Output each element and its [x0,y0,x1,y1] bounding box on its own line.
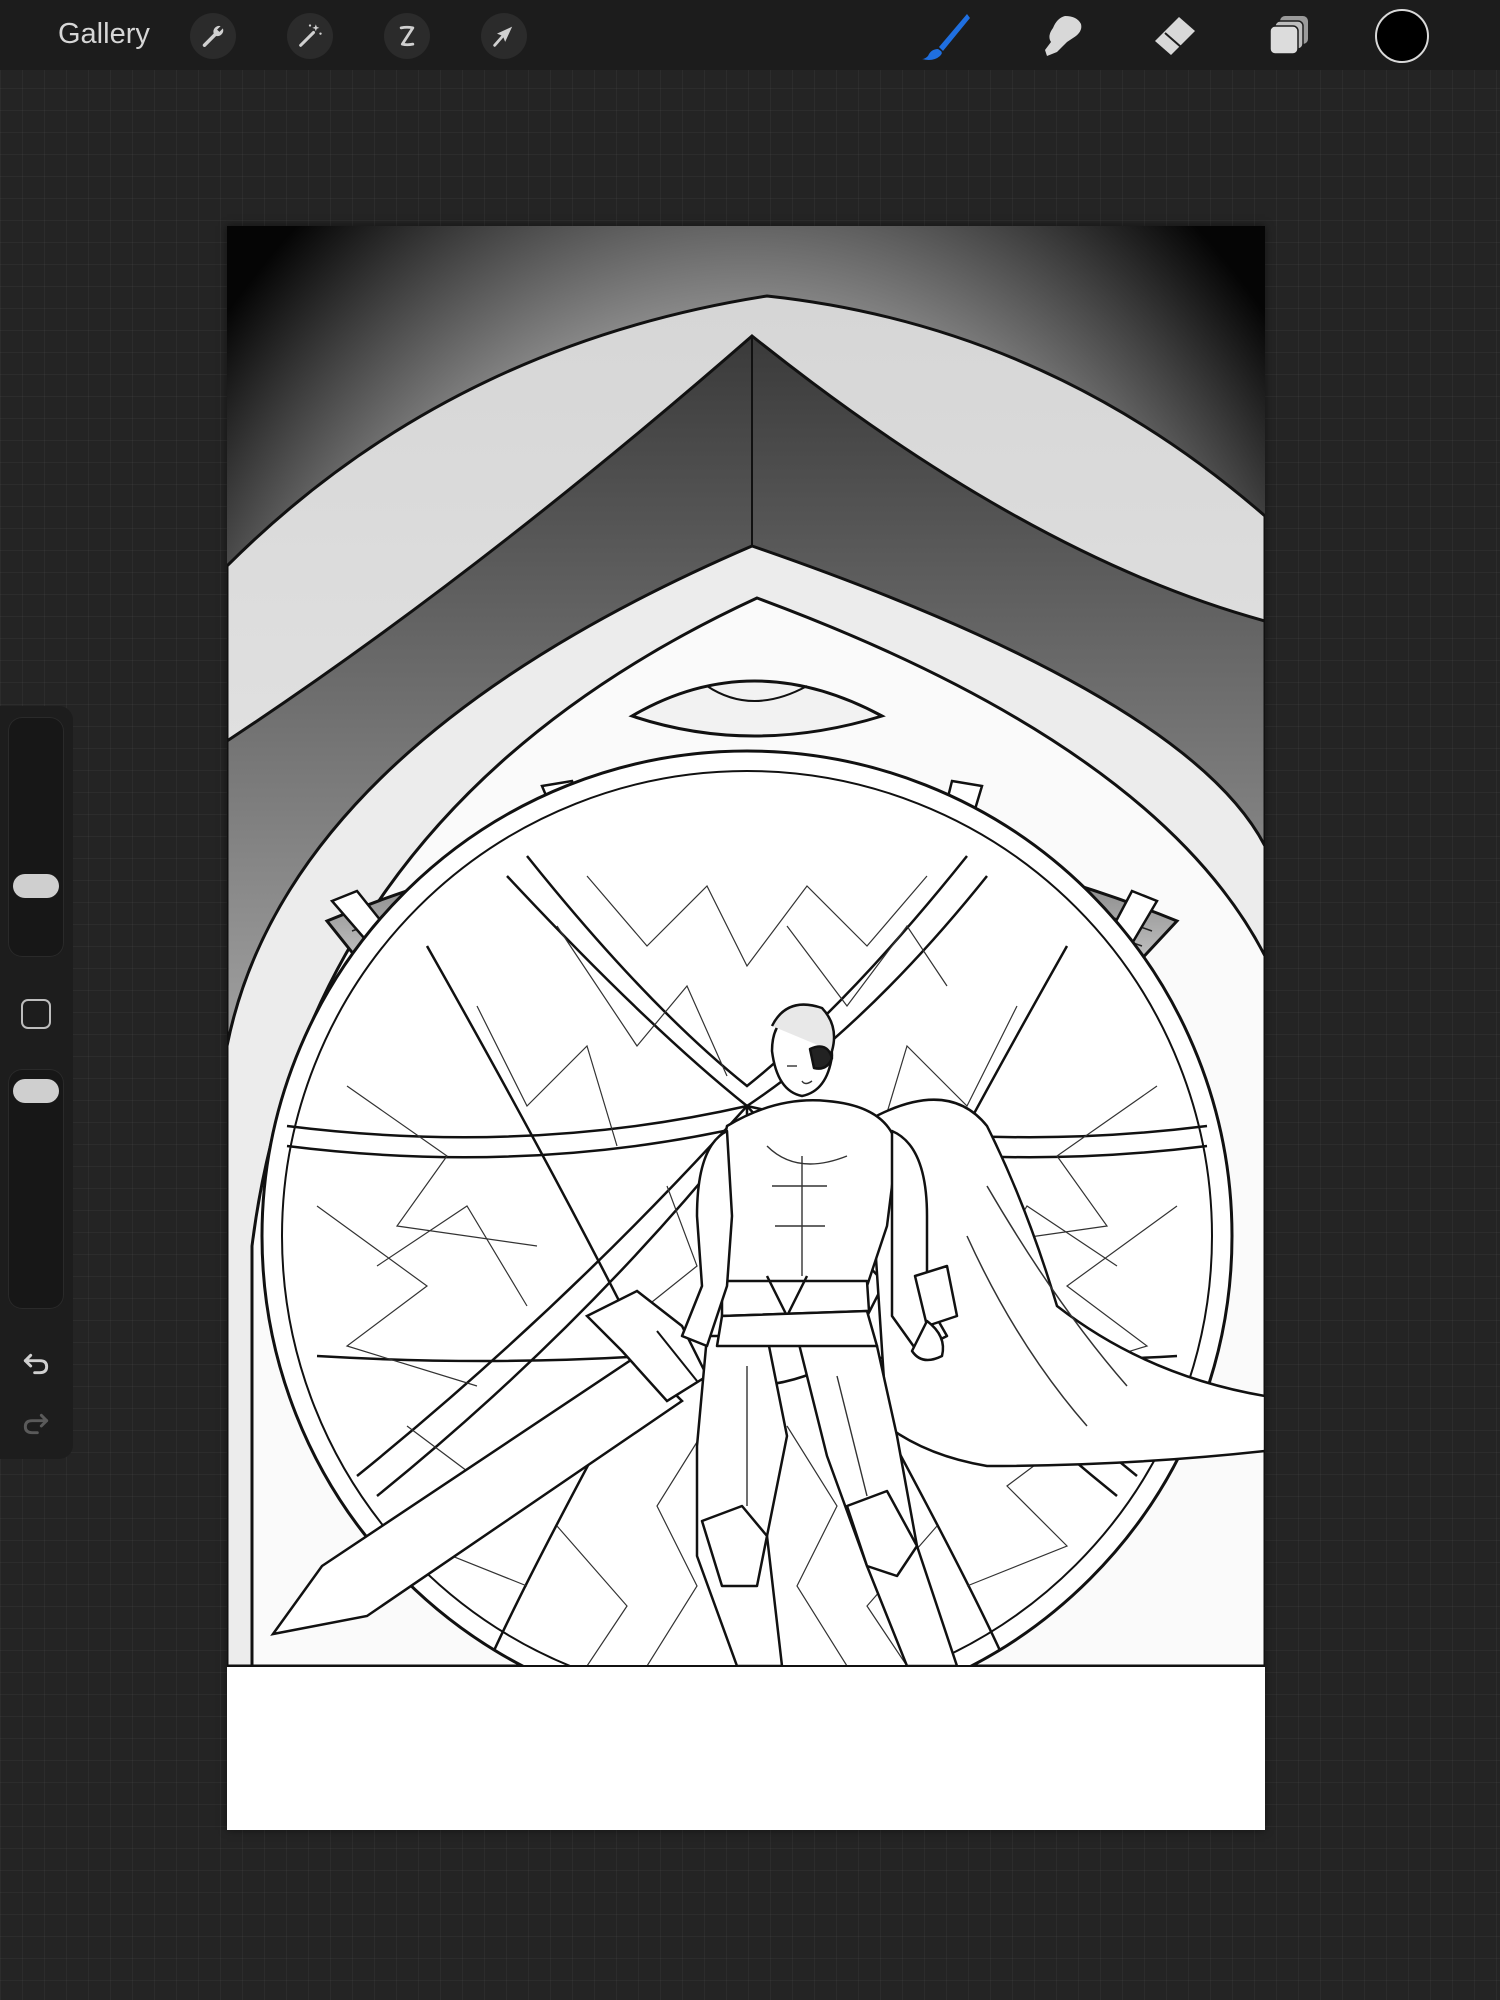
color-picker-button[interactable] [1375,9,1429,63]
undo-icon [23,1353,49,1375]
opacity-slider[interactable] [8,1069,64,1309]
selection-button[interactable] [384,13,430,59]
redo-button[interactable] [18,1404,54,1440]
undo-button[interactable] [18,1344,54,1380]
line-art-illustration [227,226,1265,1667]
eraser-icon [1155,17,1195,55]
brush-tool[interactable] [918,8,974,64]
smudge-icon [1045,16,1082,56]
brush-size-thumb[interactable] [13,874,59,898]
redo-icon [23,1413,49,1435]
actions-button[interactable] [190,13,236,59]
magic-wand-icon [299,24,322,47]
modify-button[interactable] [21,999,51,1029]
brush-icon [922,14,970,60]
gallery-button[interactable]: Gallery [58,14,150,54]
opacity-thumb[interactable] [13,1079,59,1103]
eraser-tool[interactable] [1146,8,1202,64]
layers-icon [1269,16,1308,55]
transform-button[interactable] [481,13,527,59]
adjustments-button[interactable] [287,13,333,59]
layers-tool[interactable] [1261,8,1317,64]
left-sidebar [0,706,73,1459]
transform-arrow-icon [493,26,513,47]
brush-size-slider[interactable] [8,717,64,957]
top-toolbar: Gallery [0,0,1500,70]
drawing-canvas[interactable] [227,226,1265,1830]
selection-icon [399,25,415,47]
smudge-tool[interactable] [1033,8,1089,64]
wrench-icon [202,25,224,47]
